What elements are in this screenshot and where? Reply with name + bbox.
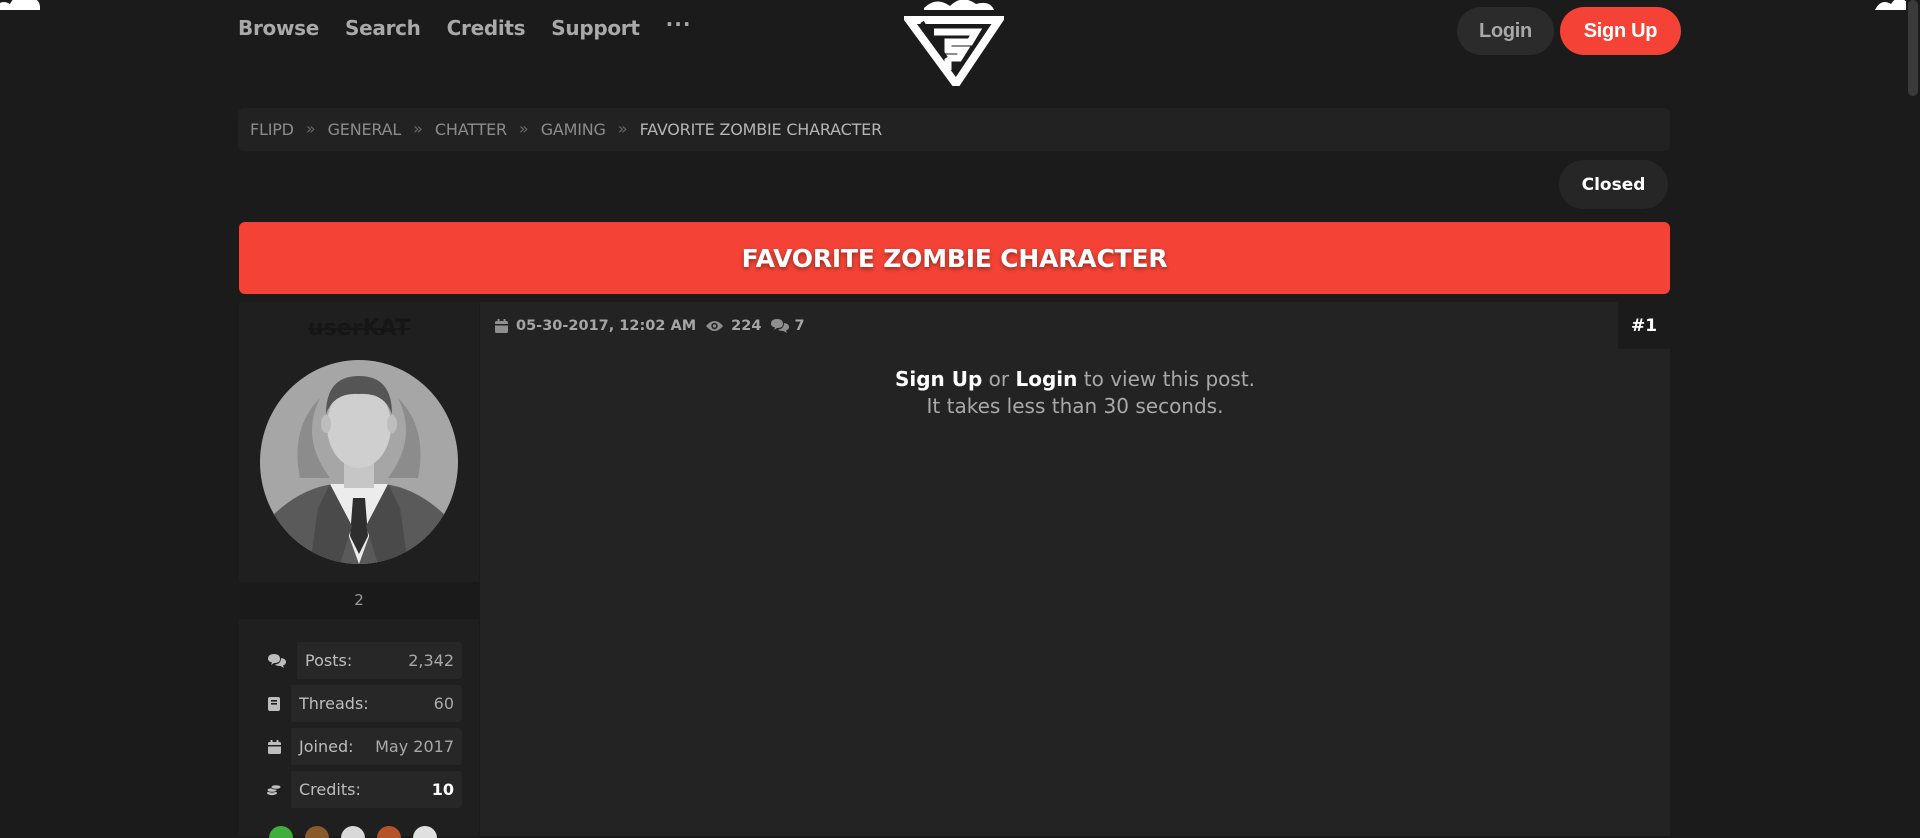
calendar-icon (257, 728, 291, 765)
author-username[interactable]: userKAT (239, 316, 479, 341)
breadcrumb-separator-icon: » (518, 119, 529, 138)
comments-icon (257, 642, 297, 679)
nav-credits[interactable]: Credits (447, 16, 526, 40)
breadcrumb-separator-icon: » (305, 119, 316, 138)
scrollbar-thumb[interactable] (1908, 0, 1918, 96)
more-menu-icon[interactable]: ··· (666, 12, 692, 36)
stat-value: 60 (433, 694, 454, 713)
nav-support[interactable]: Support (551, 16, 640, 40)
breadcrumb-item-flipd[interactable]: FLIPD (250, 120, 294, 139)
breadcrumb-item-current: FAVORITE ZOMBIE CHARACTER (639, 120, 883, 139)
stat-label: Joined: (299, 737, 354, 756)
main-nav: Browse Search Credits Support ··· (238, 12, 691, 40)
calendar-icon (494, 318, 509, 334)
stat-label: Threads: (299, 694, 369, 713)
nav-browse[interactable]: Browse (238, 16, 319, 40)
author-stat-credits: Credits: 10 (257, 771, 462, 808)
stat-value: 2,342 (408, 651, 454, 670)
gate-or-text: or (988, 367, 1010, 391)
post-meta: 05-30-2017, 12:02 AM 224 7 (494, 318, 805, 334)
eye-icon (705, 319, 724, 333)
stat-value: 10 (431, 780, 454, 799)
breadcrumb-item-chatter[interactable]: CHATTER (435, 120, 507, 139)
award-badge-icon[interactable] (413, 826, 437, 838)
post-number[interactable]: #1 (1618, 302, 1670, 349)
thread-title-bar: FAVORITE ZOMBIE CHARACTER (239, 222, 1670, 294)
award-badge-icon[interactable] (305, 826, 329, 838)
thread-title: FAVORITE ZOMBIE CHARACTER (741, 243, 1168, 273)
thread-status-badge: Closed (1559, 160, 1668, 209)
gate-login-link[interactable]: Login (1016, 367, 1078, 391)
post-author-sidebar: userKAT 2 Posts: 2,342 Threads: 60 Joine… (239, 302, 479, 838)
breadcrumb-separator-icon: » (413, 119, 423, 138)
login-button[interactable]: Login (1457, 7, 1554, 55)
post-date: 05-30-2017, 12:02 AM (516, 318, 697, 334)
avatar[interactable] (260, 358, 458, 564)
post-replies: 7 (794, 318, 805, 334)
stat-label: Credits: (299, 780, 361, 799)
gate-signup-link[interactable]: Sign Up (895, 367, 982, 391)
cloud-decoration-icon (0, 0, 40, 10)
breadcrumb-item-gaming[interactable]: GAMING (541, 120, 606, 139)
author-reputation[interactable]: 2 (239, 582, 479, 619)
scrollbar-track[interactable] (1906, 0, 1920, 836)
comments-icon (770, 318, 790, 334)
breadcrumb-separator-icon: » (617, 119, 628, 138)
gate-view-text: to view this post. (1083, 367, 1256, 391)
book-icon (257, 685, 291, 722)
award-badge-icon[interactable] (341, 826, 365, 838)
award-badge-icon[interactable] (377, 826, 401, 838)
nav-search[interactable]: Search (345, 16, 421, 40)
award-badge-icon[interactable] (269, 826, 293, 838)
stat-value: May 2017 (375, 737, 454, 756)
breadcrumb-item-general[interactable]: GENERAL (328, 120, 402, 139)
site-logo[interactable] (904, 0, 1004, 86)
breadcrumb: FLIPD » GENERAL » CHATTER » GAMING » FAV… (238, 108, 1670, 151)
coins-icon (257, 771, 291, 808)
post-body: 05-30-2017, 12:02 AM 224 7 #1 Sign Up or… (480, 302, 1670, 836)
author-stat-threads: Threads: 60 (257, 685, 462, 722)
stat-label: Posts: (305, 651, 353, 670)
post-views: 224 (731, 318, 762, 334)
login-gate-message: Sign Up or Login to view this post. It t… (480, 366, 1670, 420)
signup-button[interactable]: Sign Up (1560, 7, 1681, 55)
author-stat-posts: Posts: 2,342 (257, 642, 462, 679)
author-awards (269, 826, 459, 838)
author-stat-joined: Joined: May 2017 (257, 728, 462, 765)
gate-time-text: It takes less than 30 seconds. (926, 394, 1224, 418)
